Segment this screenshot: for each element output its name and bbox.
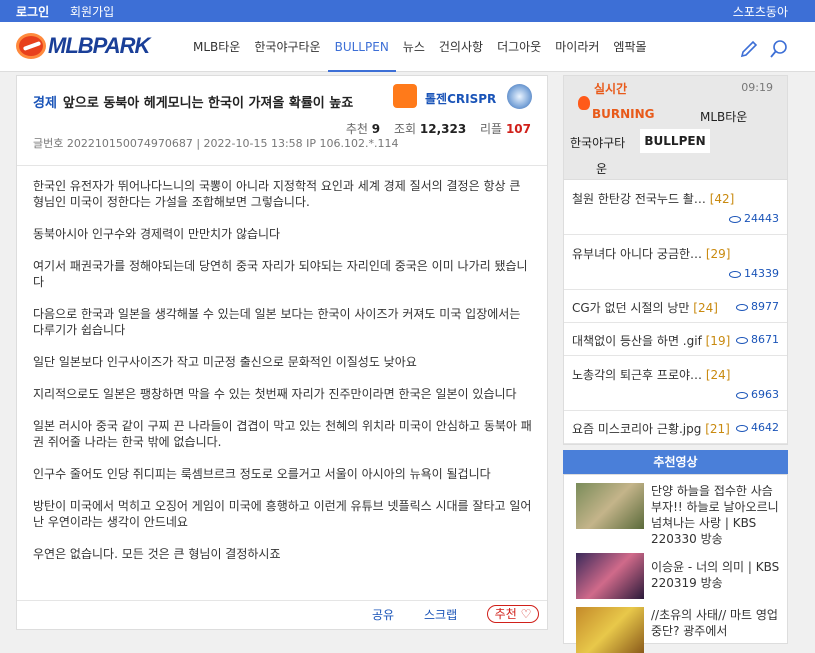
video-thumbnail[interactable] [576, 607, 644, 653]
article-footer: 공유 스크랩 추천 ♡ [17, 600, 547, 630]
item-comments: [19] [705, 334, 731, 348]
list-item[interactable]: 철원 한탄강 전국누드 촬… [42] 24443 [564, 180, 787, 235]
view-count: 12,323 [419, 122, 467, 136]
reply-label: 리플 [480, 122, 503, 136]
nav-korea-baseball-town[interactable]: 한국야구타운 [247, 22, 327, 72]
clock-time: 09:19 [741, 81, 773, 94]
item-views: 8977 [751, 300, 779, 313]
login-link[interactable]: 로그인 [16, 3, 49, 20]
article-category[interactable]: 경제 [33, 96, 57, 111]
realtime-label: 실시간 [594, 82, 628, 96]
video-title[interactable]: //초유의 사태// 마트 영업 중단? 광주에서 [651, 607, 781, 639]
views-label: 조회 [393, 122, 417, 136]
reply-count[interactable]: 107 [506, 122, 531, 136]
video-list: 단양 하늘을 접수한 사슴 부자!! 하늘로 날아오르니 넘쳐나는 사랑 | K… [563, 474, 788, 653]
body-paragraph: 일단 일본보다 인구사이즈가 작고 미군정 출신으로 문화적인 이질성도 낮아요 [33, 355, 417, 369]
search-icon[interactable] [769, 39, 789, 59]
eye-icon [729, 270, 741, 278]
tab-mlb-town[interactable]: MLB타운 [700, 108, 747, 125]
rec-count: 9 [371, 122, 381, 136]
article-title-text: 앞으로 동북아 헤게모니는 한국이 가져올 확률이 높죠 [62, 96, 354, 111]
author-name[interactable]: 톨젠CRISPR [425, 90, 496, 107]
body-paragraph: 우연은 없습니다. 모든 것은 큰 형님이 결정하시죠 [33, 547, 281, 561]
user-badge-icon [393, 84, 417, 108]
list-item[interactable]: CG가 없던 시절의 낭만 [24] 8977 [564, 290, 787, 323]
list-item[interactable]: 요즘 미스코리아 근황.jpg [21] 4642 [564, 411, 787, 444]
tab-korea-baseball-cont[interactable]: 운 [596, 160, 607, 177]
list-item[interactable]: 노총각의 퇴근후 프로야… [24] 6963 [564, 356, 787, 411]
rec-label: 추천 [345, 122, 368, 136]
item-comments: [24] [705, 368, 731, 382]
fire-icon [578, 96, 590, 110]
article-meta: 글번호 202210150074970687 | 2022-10-15 13:5… [33, 137, 399, 150]
list-item[interactable]: 유부녀다 아니다 궁금한… [29] 14339 [564, 235, 787, 290]
hot-list: 철원 한탄강 전국누드 촬… [42] 24443 유부녀다 아니다 궁금한… … [563, 180, 788, 445]
item-comments: [24] [693, 301, 718, 315]
logo-text: MLBPARK [48, 33, 150, 58]
video-thumbnail[interactable] [576, 553, 644, 599]
item-title: 철원 한탄강 전국누드 촬… [572, 192, 706, 206]
body-paragraph: 지리적으로도 일본은 팽창하면 막을 수 있는 첫번째 자리가 진주만이라면 한… [33, 387, 517, 401]
item-comments: [21] [705, 422, 730, 436]
recommend-button[interactable]: 추천 ♡ [487, 605, 539, 623]
nav-bullpen[interactable]: BULLPEN [327, 22, 396, 72]
burning-label: BURNING [592, 107, 655, 121]
tab-bullpen[interactable]: BULLPEN [640, 129, 710, 153]
nav-suggestions[interactable]: 건의사항 [432, 22, 490, 72]
realtime-box: 실시간 09:19 BURNING MLB타운 한국야구타 BULLPEN 운 [563, 75, 788, 180]
top-bar: 로그인 회원가입 스포츠동아 [0, 0, 815, 22]
item-comments: [29] [705, 247, 731, 261]
article-panel: 경제 앞으로 동북아 헤게모니는 한국이 가져올 확률이 높죠 톨젠CRISPR … [16, 75, 548, 630]
item-title: 요즘 미스코리아 근황.jpg [572, 422, 702, 436]
item-views: 6963 [751, 388, 779, 401]
tab-korea-baseball[interactable]: 한국야구타 [570, 134, 625, 151]
eye-icon [729, 215, 741, 223]
item-title: 노총각의 퇴근후 프로야… [572, 368, 703, 382]
item-views: 4642 [751, 421, 779, 434]
body-paragraph: 여기서 패권국가를 정해야되는데 당연히 중국 자리가 되야되는 자리인데 중국… [33, 259, 528, 289]
nav-news[interactable]: 뉴스 [396, 22, 432, 72]
body-paragraph: 인구수 줄어도 인당 쥐디피는 룩셈브르크 정도로 오를거고 서울이 아시아의 … [33, 467, 491, 481]
video-title[interactable]: 단양 하늘을 접수한 사슴 부자!! 하늘로 날아오르니 넘쳐나는 사랑 | K… [651, 483, 781, 547]
body-paragraph: 일본 러시아 중국 같이 구찌 끈 나라들이 겹겹이 막고 있는 천혜의 위치라… [33, 419, 532, 449]
video-thumbnail[interactable] [576, 483, 644, 529]
body-paragraph: 다음으로 한국과 일본을 생각해볼 수 있는데 일본 보다는 한국이 사이즈가 … [33, 307, 521, 337]
mlbpark-logo[interactable]: MLBPARK [16, 32, 150, 60]
main-nav: MLB타운 한국야구타운 BULLPEN 뉴스 건의사항 더그아웃 마이라커 엠… [186, 22, 654, 72]
recommended-video-header: 추천영상 [563, 450, 788, 474]
nav-dugout[interactable]: 더그아웃 [490, 22, 548, 72]
baseball-logo-icon [16, 33, 46, 59]
write-pencil-icon[interactable] [739, 39, 759, 59]
item-comments: [42] [709, 192, 735, 206]
body-paragraph: 동북아시아 인구수와 경제력이 만만치가 않습니다 [33, 227, 281, 241]
avatar[interactable] [507, 84, 532, 109]
nav-my-locker[interactable]: 마이라커 [548, 22, 606, 72]
nav-mpark-mall[interactable]: 엠팍몰 [606, 22, 653, 72]
sports-donga-link[interactable]: 스포츠동아 [733, 3, 788, 20]
share-button[interactable]: 공유 [372, 606, 394, 623]
body-paragraph: 한국인 유전자가 뛰어나다느니의 국뽕이 아니라 지정학적 요인과 세계 경제 … [33, 179, 521, 209]
eye-icon [736, 424, 748, 432]
list-item[interactable]: 대책없이 등산을 하면 .gif [19] 8671 [564, 323, 787, 356]
article-title: 경제 앞으로 동북아 헤게모니는 한국이 가져올 확률이 높죠 [33, 92, 383, 111]
article-body: 한국인 유전자가 뛰어나다느니의 국뽕이 아니라 지정학적 요인과 세계 경제 … [33, 178, 533, 578]
eye-icon [736, 391, 748, 399]
site-header: MLBPARK MLB타운 한국야구타운 BULLPEN 뉴스 건의사항 더그아… [0, 22, 815, 72]
nav-mlb-town[interactable]: MLB타운 [186, 22, 247, 72]
video-title[interactable]: 이승윤 - 너의 의미 | KBS 220319 방송 [651, 559, 781, 591]
item-views: 24443 [744, 212, 779, 225]
item-views: 14339 [744, 267, 779, 280]
article-header: 경제 앞으로 동북아 헤게모니는 한국이 가져올 확률이 높죠 톨젠CRISPR … [17, 76, 547, 166]
body-paragraph: 방탄이 미국에서 먹히고 오징어 게임이 미국에 흥행하고 이런게 유튜브 넷플… [33, 499, 532, 529]
item-title: 대책없이 등산을 하면 .gif [572, 334, 702, 348]
item-views: 8671 [751, 333, 779, 346]
item-title: 유부녀다 아니다 궁금한… [572, 247, 703, 261]
signup-link[interactable]: 회원가입 [70, 3, 114, 20]
eye-icon [736, 303, 748, 311]
item-title: CG가 없던 시절의 낭만 [572, 301, 690, 315]
eye-icon [736, 336, 748, 344]
scrap-button[interactable]: 스크랩 [424, 606, 457, 623]
